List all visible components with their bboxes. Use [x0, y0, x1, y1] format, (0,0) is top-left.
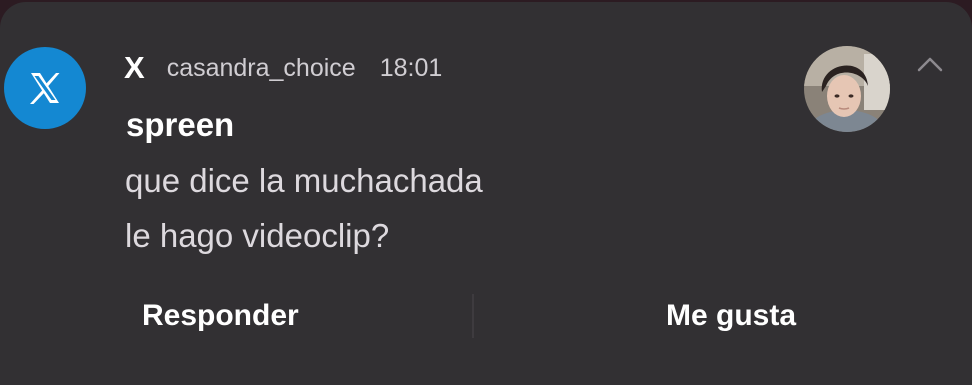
message-line: que dice la muchachada	[125, 162, 483, 199]
notification-header: X casandra_choice 18:01	[124, 50, 442, 86]
message-line: le hago videoclip?	[125, 217, 390, 254]
app-name: X	[124, 50, 145, 85]
avatar	[804, 46, 890, 132]
chevron-up-icon	[917, 57, 943, 72]
like-button[interactable]: Me gusta	[666, 294, 796, 338]
notification-card[interactable]: X casandra_choice 18:01 spreen que dice …	[0, 2, 972, 385]
expand-button[interactable]	[912, 50, 948, 78]
avatar-image	[804, 46, 890, 132]
x-logo-glyph	[30, 73, 60, 104]
sender-name: spreen	[126, 106, 235, 143]
reply-button[interactable]: Responder	[142, 294, 299, 338]
notification-time: 18:01	[379, 53, 443, 82]
account-name: casandra_choice	[166, 53, 356, 82]
action-divider	[472, 294, 474, 338]
x-logo-icon	[4, 47, 86, 129]
